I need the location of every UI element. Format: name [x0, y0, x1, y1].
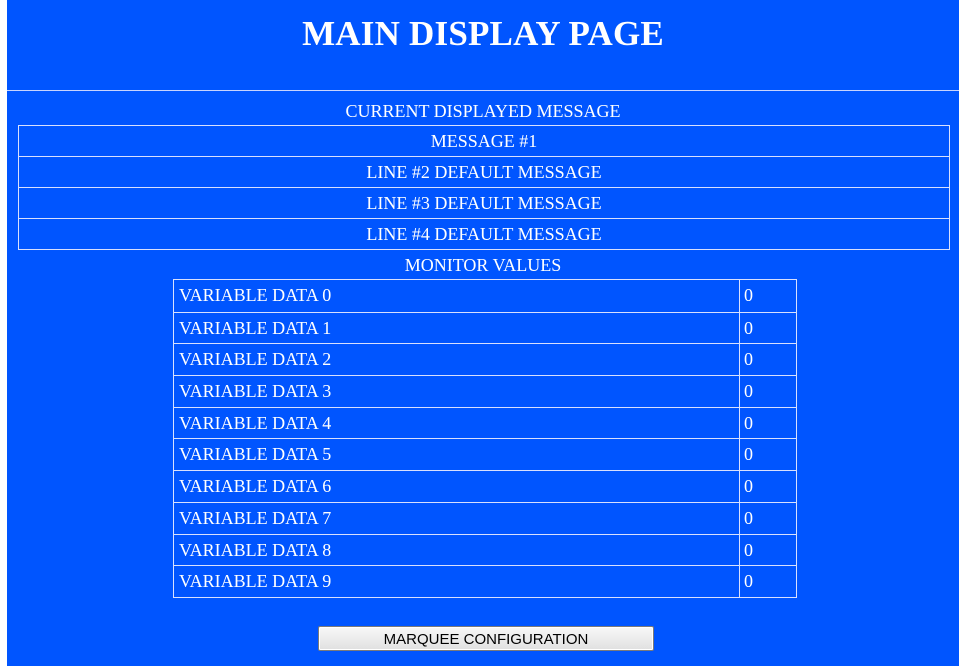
- variable-value: 0: [744, 444, 753, 465]
- table-row: VARIABLE DATA 6 0: [174, 470, 796, 502]
- variable-label: VARIABLE DATA 9: [174, 566, 740, 597]
- marquee-configuration-button[interactable]: MARQUEE CONFIGURATION: [318, 626, 654, 651]
- message-line-1: MESSAGE #1: [430, 131, 538, 151]
- variable-label: VARIABLE DATA 4: [174, 407, 740, 439]
- header-divider: [7, 90, 959, 91]
- page-title: MAIN DISPLAY PAGE: [302, 14, 664, 53]
- table-row: VARIABLE DATA 3 0: [174, 375, 796, 407]
- message-line-3: LINE #3 DEFAULT MESSAGE: [19, 187, 949, 218]
- monitor-values-heading: MONITOR VALUES: [404, 255, 562, 275]
- variable-value: 0: [744, 476, 753, 497]
- variable-label: VARIABLE DATA 0: [174, 280, 740, 312]
- table-row: VARIABLE DATA 5 0: [174, 438, 796, 471]
- main-display-page: MAIN DISPLAY PAGE CURRENT DISPLAYED MESS…: [7, 0, 959, 666]
- table-row: VARIABLE DATA 1 0: [174, 311, 796, 344]
- message-line-2: LINE #2 DEFAULT MESSAGE: [19, 156, 949, 187]
- table-row: VARIABLE DATA 8 0: [174, 533, 796, 566]
- current-message-table: MESSAGE #1 LINE #2 DEFAULT MESSAGE LINE …: [18, 125, 950, 250]
- variable-label: VARIABLE DATA 6: [174, 471, 740, 502]
- variable-value: 0: [744, 539, 753, 560]
- variable-value: 0: [744, 507, 753, 528]
- variable-value: 0: [744, 412, 753, 433]
- table-row: VARIABLE DATA 0 0: [174, 280, 796, 312]
- variable-value: 0: [744, 349, 753, 370]
- variable-value: 0: [744, 317, 753, 338]
- variable-label: VARIABLE DATA 8: [174, 534, 740, 566]
- variable-label: VARIABLE DATA 3: [174, 376, 740, 407]
- monitor-values-table: VARIABLE DATA 0 0 VARIABLE DATA 1 0 VARI…: [173, 279, 797, 598]
- table-row: VARIABLE DATA 9 0: [174, 565, 796, 597]
- table-row: VARIABLE DATA 4 0: [174, 406, 796, 439]
- variable-value: 0: [744, 285, 753, 305]
- table-row: VARIABLE DATA 2 0: [174, 343, 796, 376]
- variable-label: VARIABLE DATA 7: [174, 502, 740, 534]
- variable-label: VARIABLE DATA 1: [174, 312, 740, 344]
- message-line-4: LINE #4 DEFAULT MESSAGE: [19, 218, 949, 249]
- current-message-heading: CURRENT DISPLAYED MESSAGE: [345, 101, 621, 121]
- variable-label: VARIABLE DATA 2: [174, 344, 740, 376]
- variable-label: VARIABLE DATA 5: [174, 439, 740, 471]
- table-row: VARIABLE DATA 7 0: [174, 501, 796, 534]
- variable-value: 0: [744, 381, 753, 402]
- variable-value: 0: [744, 571, 753, 592]
